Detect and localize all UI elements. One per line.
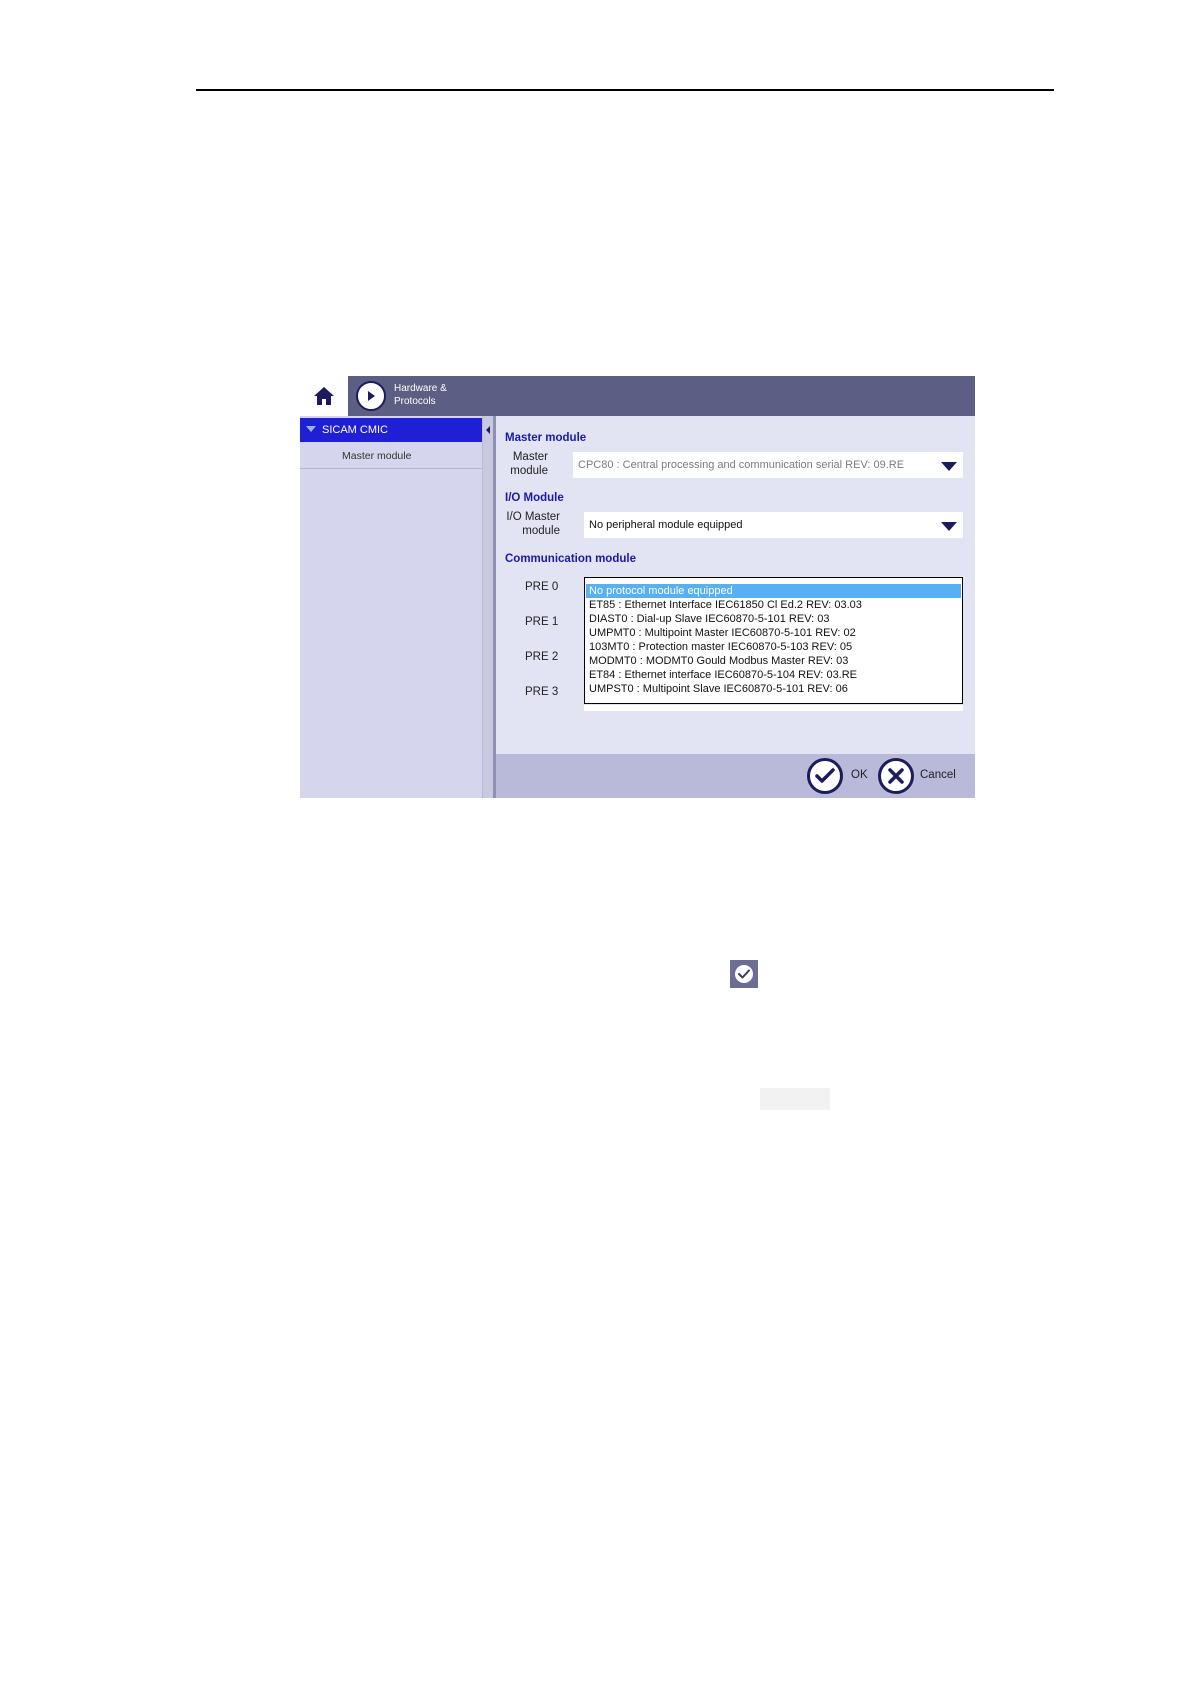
pre-3-label: PRE 3	[525, 686, 559, 698]
expand-arrow-icon	[306, 426, 316, 432]
protocol-option[interactable]: UMPMT0 : Multipoint Master IEC60870-5-10…	[586, 626, 961, 640]
ok-icon-thumbnail	[730, 960, 758, 988]
protocol-option[interactable]: No protocol module equipped	[586, 584, 961, 598]
sidebar-tree: SICAM CMIC Master module	[300, 416, 482, 798]
chevron-down-icon	[941, 522, 957, 531]
ok-button[interactable]	[807, 758, 843, 794]
protocol-option[interactable]: ET85 : Ethernet Interface IEC61850 Cl Ed…	[586, 598, 961, 612]
protocol-option[interactable]: DIAST0 : Dial-up Slave IEC60870-5-101 RE…	[586, 612, 961, 626]
io-master-module-label: I/O Master module	[506, 511, 560, 537]
sidebar-item-sicam-cmic[interactable]: SICAM CMIC	[300, 418, 482, 442]
chevron-right-icon	[368, 391, 375, 401]
title-bar: Hardware & Protocols	[300, 376, 975, 416]
chevron-down-icon	[941, 462, 957, 471]
section-title-master-module: Master module	[505, 432, 587, 444]
pre-1-label: PRE 1	[525, 616, 559, 628]
protocol-option[interactable]: 103MT0 : Protection master IEC60870-5-10…	[586, 640, 961, 654]
io-master-module-select[interactable]: No peripheral module equipped	[584, 512, 963, 538]
collapse-left-icon[interactable]	[486, 426, 490, 434]
sidebar-item-master-module[interactable]: Master module	[300, 444, 482, 469]
hardware-protocols-window: Hardware & Protocols SICAM CMIC Master m…	[300, 376, 975, 798]
close-icon	[888, 768, 904, 784]
master-module-value: CPC80 : Central processing and communica…	[578, 459, 905, 471]
page-title: Hardware & Protocols	[394, 383, 447, 407]
action-bar: OK Cancel	[496, 754, 975, 798]
sidebar-item-label: Master module	[342, 450, 412, 462]
cancel-label[interactable]: Cancel	[920, 769, 956, 781]
cancel-button[interactable]	[878, 758, 914, 794]
pre-0-label: PRE 0	[525, 581, 559, 593]
home-icon	[314, 387, 334, 405]
home-button[interactable]	[300, 376, 348, 416]
section-title-io-module: I/O Module	[505, 492, 564, 504]
sidebar-item-label: SICAM CMIC	[322, 424, 388, 436]
protocol-option[interactable]: MODMT0 : MODMT0 Gould Modbus Master REV:…	[586, 654, 961, 668]
protocol-option[interactable]: ET84 : Ethernet interface IEC60870-5-104…	[586, 668, 961, 682]
checkmark-icon	[738, 969, 750, 979]
protocol-option[interactable]: UMPST0 : Multipoint Slave IEC60870-5-101…	[586, 682, 961, 696]
master-module-select[interactable]: CPC80 : Central processing and communica…	[573, 452, 963, 478]
forward-button[interactable]	[348, 376, 394, 416]
io-master-module-value: No peripheral module equipped	[589, 519, 743, 531]
section-title-communication-module: Communication module	[505, 553, 636, 565]
pre-2-label: PRE 2	[525, 651, 559, 663]
ok-label[interactable]: OK	[851, 769, 868, 781]
placeholder-block	[760, 1088, 830, 1110]
checkmark-icon	[815, 768, 835, 783]
sidebar-splitter[interactable]	[482, 416, 496, 798]
master-module-label: Master module	[510, 451, 548, 477]
protocol-module-dropdown-list[interactable]: No protocol module equipped ET85 : Ether…	[584, 577, 963, 704]
page-top-rule	[196, 89, 1054, 91]
